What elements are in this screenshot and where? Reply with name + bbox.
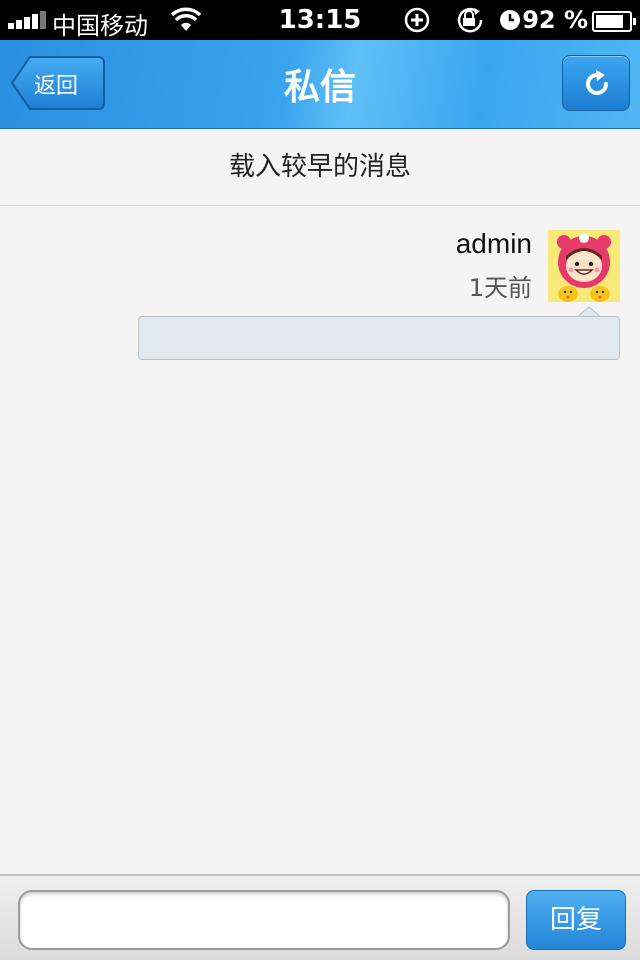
reply-input[interactable] [18,890,510,950]
add-icon [404,7,430,33]
reply-button[interactable]: 回复 [526,890,626,950]
rotation-lock-icon [457,8,483,33]
load-earlier-button[interactable]: 载入较早的消息 [0,128,640,206]
refresh-button[interactable] [562,55,630,111]
alarm-icon [500,10,520,30]
message-bubble [138,316,620,360]
reply-bar: 回复 [0,874,640,960]
avatar[interactable] [548,230,620,302]
refresh-icon [586,70,608,95]
nav-bar: 返回 私信 [0,40,640,129]
battery-percent: 92 % [522,6,588,34]
message-time: 1天前 [468,274,532,302]
message-sender: admin [455,228,532,259]
page-title: 私信 [283,67,356,108]
status-bar: 中国移动 13:15 92 % [0,0,640,40]
battery-icon [592,11,636,32]
